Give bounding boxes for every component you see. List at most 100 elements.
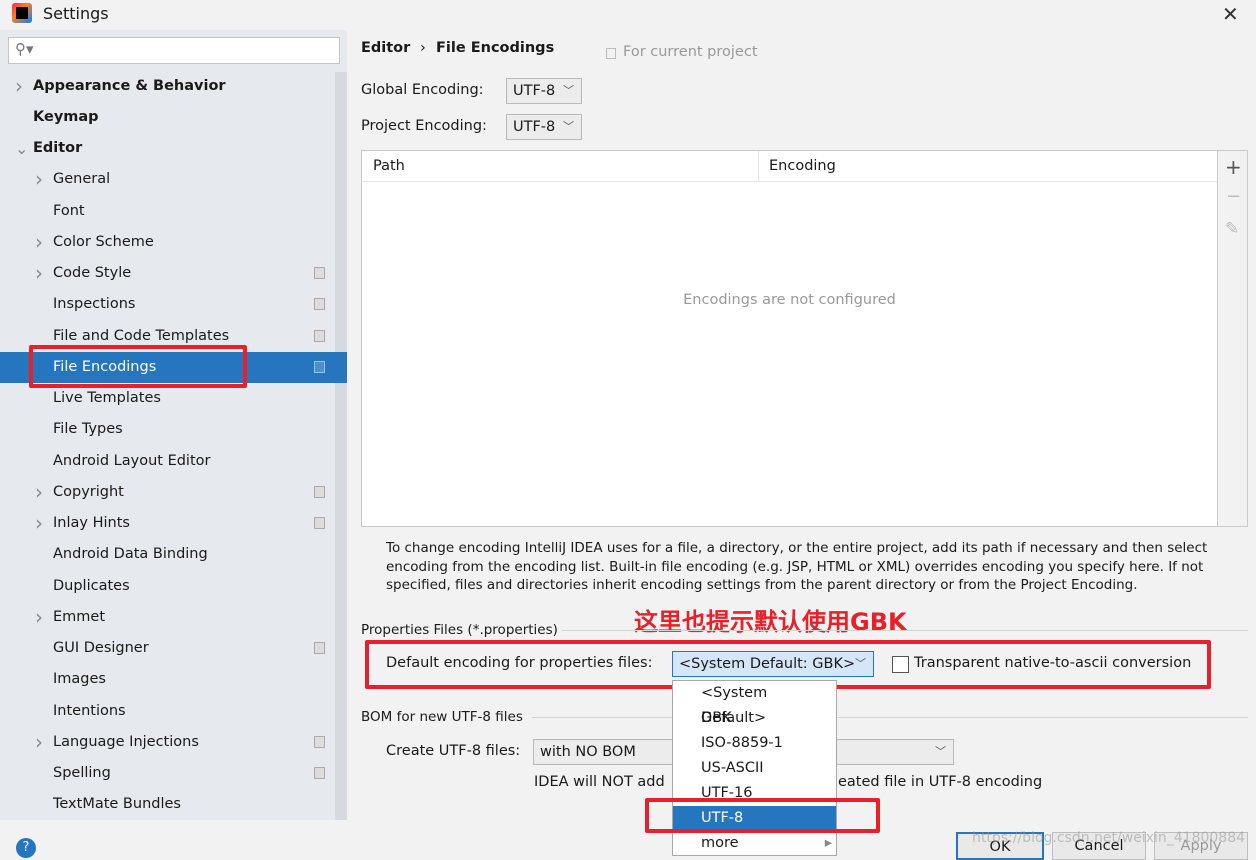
chevron-down-icon: ﹀ [855,657,866,670]
sidebar-item[interactable]: ⌄ Editor [0,133,335,164]
bom-section-title: BOM for new UTF-8 files [361,709,523,725]
chevron-right-icon[interactable]: › [35,508,43,539]
properties-encoding-value: <System Default: GBK> [679,656,856,672]
column-path[interactable]: Path [373,158,405,174]
sidebar-item[interactable]: › Inlay Hints [0,508,335,539]
global-encoding-select[interactable]: UTF-8 ﹀ [506,78,582,104]
divider [532,717,1248,718]
annotation-text: 这里也提示默认使用GBK [634,608,907,636]
sidebar-item-label: Android Layout Editor [53,453,211,469]
chevron-right-icon[interactable]: › [35,602,43,633]
properties-encoding-select[interactable]: <System Default: GBK> ﹀ [672,651,874,677]
add-icon[interactable]: + [1225,155,1242,179]
search-input[interactable]: ⚲▾ [8,37,340,64]
sidebar-item-label: Images [53,671,106,687]
project-scope-icon [314,486,325,498]
sidebar-item[interactable]: › Emmet [0,602,335,633]
sidebar-item-label: Emmet [53,609,106,625]
sidebar-item-label: Duplicates [53,578,130,594]
global-encoding-label: Global Encoding: [361,82,484,98]
encodings-table[interactable]: Path Encoding Encodings are not configur… [361,150,1218,527]
sidebar-item[interactable]: Spelling [0,758,335,789]
sidebar-item[interactable]: › Code Style [0,258,335,289]
table-header: Path Encoding [362,151,1217,182]
search-icon: ⚲▾ [15,40,34,58]
dropdown-option[interactable]: GBK [673,706,836,731]
chevron-down-icon[interactable]: ⌄ [15,133,28,164]
sidebar-item[interactable]: Android Layout Editor [0,446,335,477]
chevron-down-icon: ﹀ [935,745,946,758]
sidebar-item[interactable]: › General [0,164,335,195]
empty-table-text: Encodings are not configured [683,292,896,308]
sidebar-item[interactable]: File Types [0,414,335,445]
chevron-right-icon[interactable]: › [35,727,43,758]
column-encoding[interactable]: Encoding [769,158,836,174]
sidebar-item[interactable]: › Copyright [0,477,335,508]
project-scope-icon [314,330,325,342]
close-icon[interactable]: ✕ [1222,2,1239,26]
sidebar-item[interactable]: › Language Injections [0,727,335,758]
sidebar-item-label: Intentions [53,703,126,719]
help-button[interactable]: ? [16,838,36,858]
sidebar-item[interactable]: TextMate Bundles [0,789,335,820]
sidebar-item[interactable]: › Appearance & Behavior [0,71,335,102]
sidebar-item-label: Inspections [53,296,136,312]
sidebar-item-label: Editor [33,140,83,156]
sidebar-item[interactable]: Duplicates [0,571,335,602]
project-scope-icon [314,517,325,529]
sidebar-item-label: Code Style [53,265,132,281]
bom-value: with NO BOM [540,744,636,760]
bom-note-right: eated file in UTF-8 encoding [838,774,1043,790]
sidebar-item-label: GUI Designer [53,640,149,656]
dropdown-option[interactable]: US-ASCII [673,756,836,781]
submenu-arrow-icon: ▸ [824,835,832,851]
dropdown-option[interactable]: ISO-8859-1 [673,731,836,756]
properties-encoding-label: Default encoding for properties files: [386,655,653,671]
bom-note-left: IDEA will NOT add [534,774,665,790]
properties-section-title: Properties Files (*.properties) [361,622,558,638]
watermark: https://blog.csdn.net/weixin_41800884 [972,830,1246,846]
sidebar-item-label: Spelling [53,765,111,781]
native-to-ascii-label[interactable]: Transparent native-to-ascii conversion [914,655,1191,671]
chevron-down-icon: ﹀ [563,120,574,133]
chevron-right-icon[interactable]: › [35,164,43,195]
dropdown-option[interactable]: <System Default> [673,681,836,726]
chevron-right-icon[interactable]: › [35,477,43,508]
breadcrumb-separator: › [420,40,426,56]
sidebar-item-label: Keymap [33,109,99,125]
highlight-box [645,798,880,833]
sidebar-item[interactable]: Android Data Binding [0,539,335,570]
native-to-ascii-checkbox[interactable] [892,656,909,673]
breadcrumb-parent[interactable]: Editor [361,40,410,56]
breadcrumb-current: File Encodings [436,40,555,56]
sidebar-item-label: Font [53,203,85,219]
project-scope-icon [314,736,325,748]
remove-icon[interactable]: − [1226,186,1241,207]
sidebar-item-label: Appearance & Behavior [33,78,226,94]
chevron-right-icon[interactable]: › [15,71,23,102]
sidebar-scrollbar[interactable] [335,72,347,820]
project-encoding-select[interactable]: UTF-8 ﹀ [506,114,582,140]
project-encoding-label: Project Encoding: [361,118,487,134]
help-text: To change encoding IntelliJ IDEA uses fo… [386,540,1208,593]
project-encoding-value: UTF-8 [513,119,556,135]
sidebar-item-label: Copyright [53,484,124,500]
chevron-right-icon[interactable]: › [35,258,43,289]
chevron-right-icon[interactable]: › [35,227,43,258]
project-scope-icon [314,642,325,654]
sidebar-item[interactable]: Keymap [0,102,335,133]
dropdown-option[interactable]: more ▸ [673,831,836,856]
sidebar-item[interactable]: Intentions [0,696,335,727]
sidebar-item[interactable]: GUI Designer [0,633,335,664]
divider [562,630,1248,631]
highlight-box [29,345,247,388]
sidebar-item[interactable]: Images [0,664,335,695]
scope-label: For current project [623,44,758,60]
sidebar-item[interactable]: Font [0,196,335,227]
intellij-logo-icon [12,3,32,23]
sidebar-item[interactable]: Inspections [0,289,335,320]
edit-icon[interactable]: ✎ [1225,219,1239,239]
sidebar-item-label: Inlay Hints [53,515,130,531]
sidebar-item[interactable]: › Color Scheme [0,227,335,258]
project-scope-icon [314,298,325,310]
